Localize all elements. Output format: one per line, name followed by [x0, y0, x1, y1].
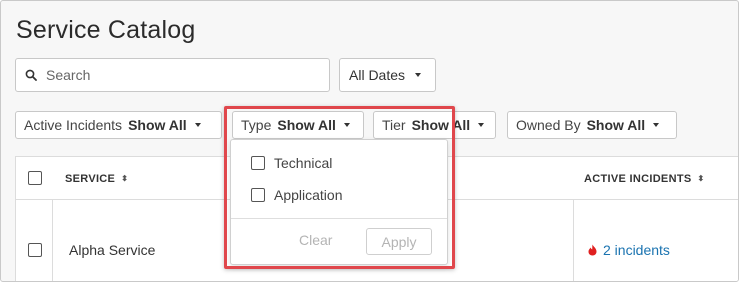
- chevron-down-icon: [653, 123, 660, 127]
- option-label: Technical: [274, 155, 333, 171]
- filter-value: Show All: [411, 117, 471, 133]
- apply-button[interactable]: Apply: [366, 228, 432, 255]
- select-all-checkbox[interactable]: [28, 171, 42, 185]
- incidents-count: 2 incidents: [603, 242, 670, 258]
- filter-value: Show All: [277, 117, 336, 133]
- chevron-down-icon: [478, 123, 485, 127]
- technical-checkbox[interactable]: [251, 156, 265, 170]
- chevron-down-icon: [343, 123, 350, 127]
- option-label: Application: [274, 187, 343, 203]
- type-filter-dropdown: Technical Application Clear Apply: [230, 139, 448, 265]
- search-input[interactable]: [46, 67, 316, 83]
- tier-filter[interactable]: Tier Show All: [373, 111, 496, 139]
- filter-label: Tier: [382, 117, 406, 133]
- clear-button[interactable]: Clear: [299, 232, 332, 248]
- incidents-link[interactable]: 2 incidents: [588, 242, 670, 258]
- chevron-down-icon: [415, 73, 422, 77]
- chevron-down-icon: [194, 123, 201, 127]
- active-incidents-filter[interactable]: Active Incidents Show All: [15, 111, 222, 139]
- flame-icon: [588, 244, 597, 256]
- date-range-dropdown[interactable]: All Dates: [339, 58, 436, 92]
- filter-value: Show All: [586, 117, 646, 133]
- column-header-active-incidents[interactable]: ACTIVE INCIDENTS ⬍: [584, 157, 705, 200]
- divider: [231, 218, 447, 219]
- service-catalog-window: Service Catalog All Dates Active Inciden…: [0, 0, 739, 282]
- type-filter[interactable]: Type Show All: [232, 111, 364, 139]
- page-title: Service Catalog: [16, 16, 196, 44]
- search-box[interactable]: [15, 58, 330, 92]
- application-checkbox[interactable]: [251, 188, 265, 202]
- service-name[interactable]: Alpha Service: [69, 242, 155, 258]
- search-icon: [16, 69, 46, 81]
- filter-label: Owned By: [516, 117, 581, 133]
- owned-by-filter[interactable]: Owned By Show All: [507, 111, 677, 139]
- filter-label: Active Incidents: [24, 117, 123, 133]
- row-checkbox[interactable]: [28, 243, 42, 257]
- filter-label: Type: [241, 117, 272, 133]
- sort-icon: ⬍: [697, 173, 705, 183]
- date-range-label: All Dates: [349, 67, 406, 83]
- filter-value: Show All: [128, 117, 187, 133]
- option-application[interactable]: Application: [251, 187, 343, 203]
- option-technical[interactable]: Technical: [251, 155, 332, 171]
- column-header-service[interactable]: SERVICE ⬍: [65, 157, 128, 200]
- sort-icon: ⬍: [121, 173, 129, 183]
